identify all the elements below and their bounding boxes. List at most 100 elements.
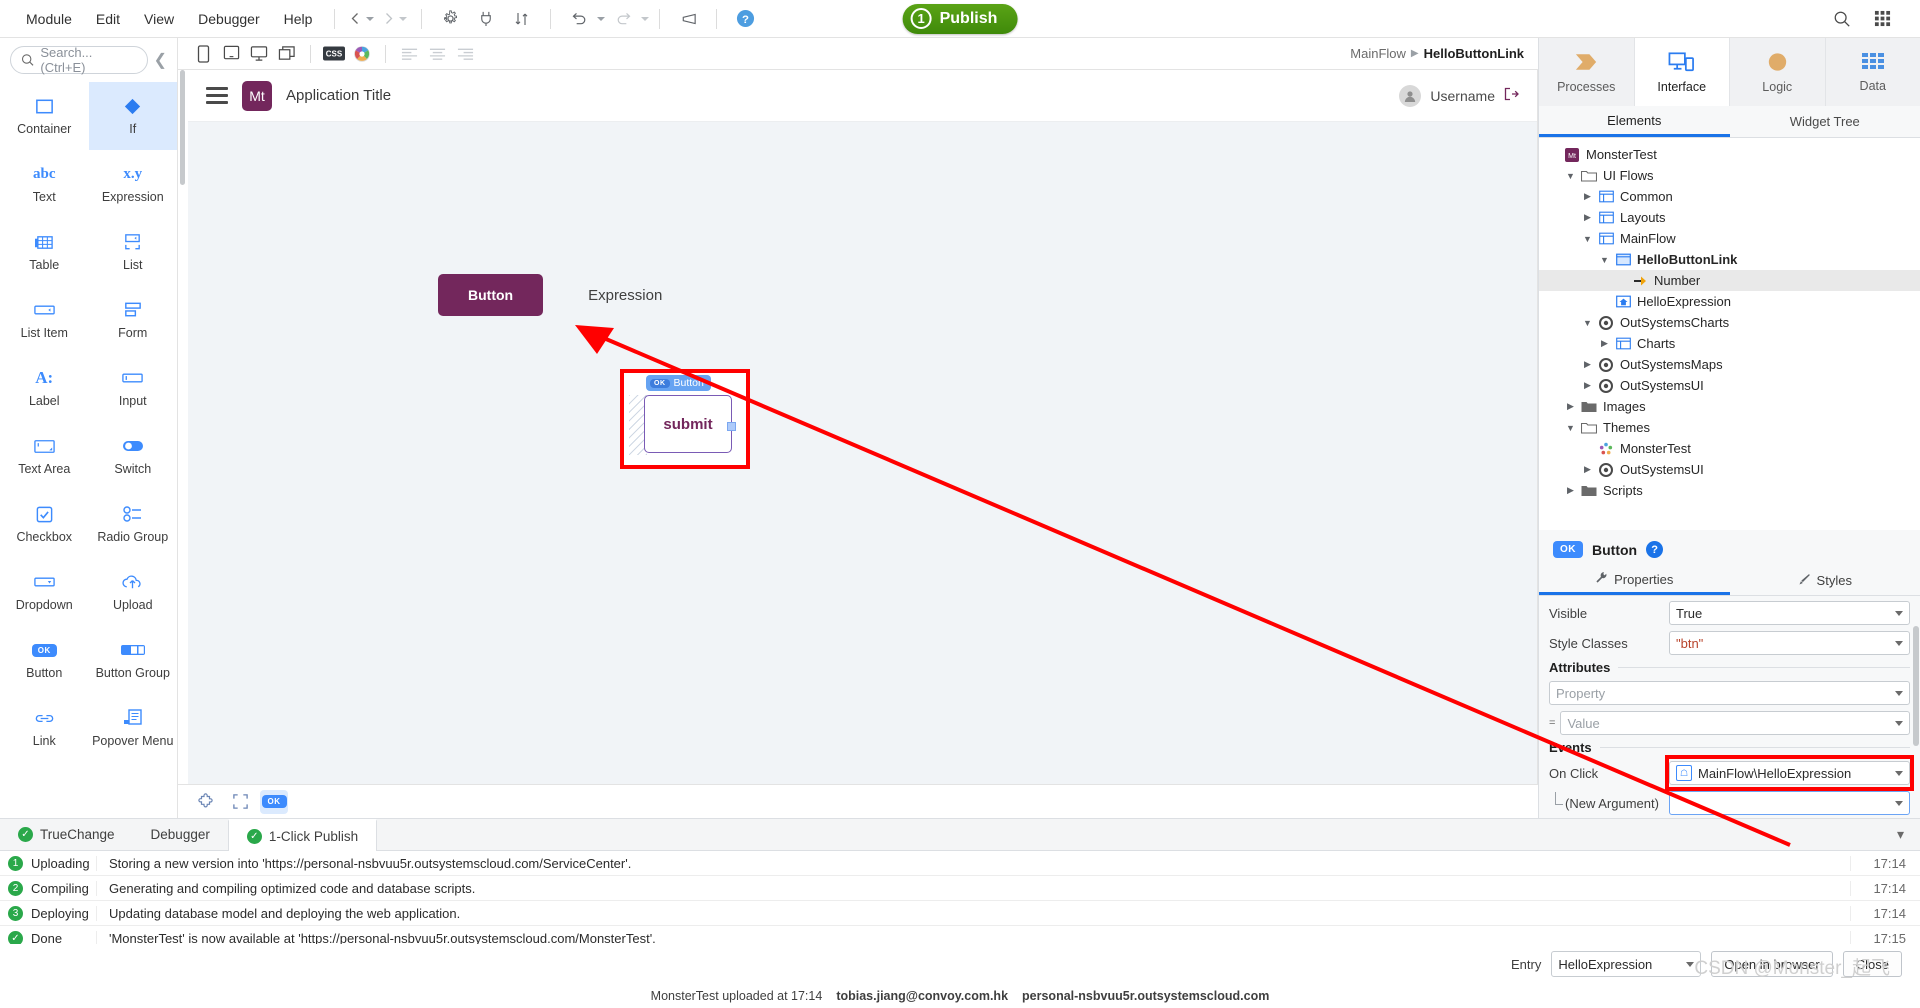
menu-help[interactable]: Help [272,7,325,31]
tree-node[interactable]: Mt MonsterTest [1539,144,1920,165]
chevron-right-icon[interactable]: ▶ [1579,380,1596,391]
desktop-icon[interactable] [246,42,272,66]
phone-icon[interactable] [190,42,216,66]
back-button[interactable] [345,10,378,27]
tab-truechange[interactable]: ✓ TrueChange [0,819,133,850]
palette-item-if[interactable]: If [88,82,177,150]
tree-node[interactable]: ▶ OutSystemsUI [1539,459,1920,480]
undo-dropdown-caret[interactable] [597,16,606,21]
help-icon[interactable]: ? [1646,541,1664,558]
tree-node[interactable]: ▼ Themes [1539,417,1920,438]
collapse-panel-icon[interactable]: ❮ [150,50,171,70]
tab-debugger[interactable]: Debugger [133,819,228,850]
tree-node[interactable]: ▶ Images [1539,396,1920,417]
palette-item-text[interactable]: abc Text [0,150,89,218]
chevron-down-icon[interactable] [1895,770,1903,776]
entry-select[interactable]: HelloExpression [1551,951,1702,977]
chevron-down-icon[interactable] [1895,640,1903,646]
theme-icon[interactable] [349,42,375,66]
logout-icon[interactable] [1504,87,1519,104]
plug-icon[interactable] [475,8,497,30]
grid-icon[interactable] [1871,8,1893,30]
palette-item-switch[interactable]: Switch [89,422,178,490]
undo-icon[interactable] [568,8,590,30]
chevron-down-icon[interactable]: ▼ [1562,423,1579,433]
tree-node[interactable]: ▼ MainFlow [1539,228,1920,249]
style-classes-select[interactable]: "btn" [1669,631,1910,655]
chevron-right-icon[interactable]: ▶ [1562,485,1579,496]
gear-icon[interactable] [439,8,461,30]
palette-item-upload[interactable]: Upload [89,558,178,626]
search-icon[interactable] [1831,8,1853,30]
chevron-down-icon[interactable]: ▼ [1579,318,1596,328]
chevron-right-icon[interactable]: ▶ [1579,464,1596,475]
palette-item-button-group[interactable]: Button Group [89,626,178,694]
palette-item-table[interactable]: Table [0,218,89,286]
chevron-right-icon[interactable]: ▶ [1562,401,1579,412]
chevron-down-icon[interactable]: ▼ [1579,234,1596,244]
search-input[interactable]: Search... (Ctrl+E) [10,45,148,75]
chevron-right-icon[interactable]: ▶ [1579,212,1596,223]
canvas-vertical-scrollbar[interactable] [178,70,188,784]
palette-item-text-area[interactable]: Text Area [0,422,89,490]
css-icon[interactable]: CSS [321,42,347,66]
tree-node[interactable]: ▶ OutSystemsUI [1539,375,1920,396]
menu-view[interactable]: View [132,7,186,31]
chevron-right-icon[interactable]: ▶ [1579,359,1596,370]
tab-one-click-publish[interactable]: ✓ 1-Click Publish [227,819,378,851]
palette-item-form[interactable]: Form [89,286,178,354]
tree-node[interactable]: ▶ Scripts [1539,480,1920,501]
palette-item-container[interactable]: Container [0,82,89,150]
chevron-right-icon[interactable]: ▶ [1579,191,1596,202]
preview-button-widget[interactable]: Button [438,274,544,316]
attribute-value-select[interactable]: Value [1560,711,1910,735]
feedback-icon[interactable] [677,8,699,30]
palette-item-popover-menu[interactable]: Popover Menu [89,694,178,762]
preview-expression-widget[interactable]: Expression [588,287,662,304]
chevron-down-icon[interactable] [1895,690,1903,696]
palette-item-radio-group[interactable]: Radio Group [89,490,178,558]
visible-select[interactable]: True [1669,601,1910,625]
tree-node[interactable]: ▶ OutSystemsMaps [1539,354,1920,375]
publish-button[interactable]: 1 Publish [902,3,1018,34]
palette-item-checkbox[interactable]: Checkbox [0,490,89,558]
properties-scrollbar[interactable] [1913,626,1919,746]
palette-item-link[interactable]: Link [0,694,89,762]
forward-dropdown-caret[interactable] [399,16,408,21]
tree-node[interactable]: Number [1539,270,1920,291]
open-in-browser-button[interactable]: Open in browser [1711,951,1833,977]
screen-canvas[interactable]: Mt Application Title Username Button Exp… [188,70,1538,784]
menu-edit[interactable]: Edit [84,7,132,31]
tree-node[interactable]: ▼ HelloButtonLink [1539,249,1920,270]
chevron-down-icon[interactable] [1686,961,1695,967]
palette-item-button[interactable]: OK Button [0,626,89,694]
chevron-down-icon[interactable]: ▼ [1562,171,1579,181]
window-icon[interactable] [274,42,300,66]
palette-item-list[interactable]: List [89,218,178,286]
tree-node[interactable]: ▼ OutSystemsCharts [1539,312,1920,333]
fullscreen-icon[interactable] [226,790,254,814]
chevron-right-icon[interactable]: ▶ [1596,338,1613,349]
palette-item-input[interactable]: Input [89,354,178,422]
submit-button-widget[interactable]: submit [644,395,736,453]
attribute-property-select[interactable]: Property [1549,681,1910,705]
tab-data[interactable]: Data [1826,38,1920,106]
back-dropdown-caret[interactable] [366,16,375,21]
scrollbar-thumb[interactable] [180,70,185,185]
tree-node[interactable]: ▶ Layouts [1539,207,1920,228]
ok-button-icon[interactable]: OK [260,789,288,814]
chevron-down-icon[interactable] [1895,800,1903,806]
subtab-widget-tree[interactable]: Widget Tree [1730,106,1920,137]
breadcrumb-parent[interactable]: MainFlow [1350,46,1406,61]
preview-user-area[interactable]: Username [1399,84,1519,107]
tree-node[interactable]: ▼ UI Flows [1539,165,1920,186]
align-left-icon[interactable] [396,42,422,66]
hamburger-icon[interactable] [206,87,228,104]
tab-interface[interactable]: Interface [1634,38,1730,106]
redo-dropdown-caret[interactable] [641,16,650,21]
tree-node[interactable]: ▶ Charts [1539,333,1920,354]
chevron-down-icon[interactable] [1895,720,1903,726]
canvas-surface[interactable]: Button Expression OK Button submit [188,122,1537,784]
forward-button[interactable] [378,10,411,27]
tree-node[interactable]: ▶ Common [1539,186,1920,207]
